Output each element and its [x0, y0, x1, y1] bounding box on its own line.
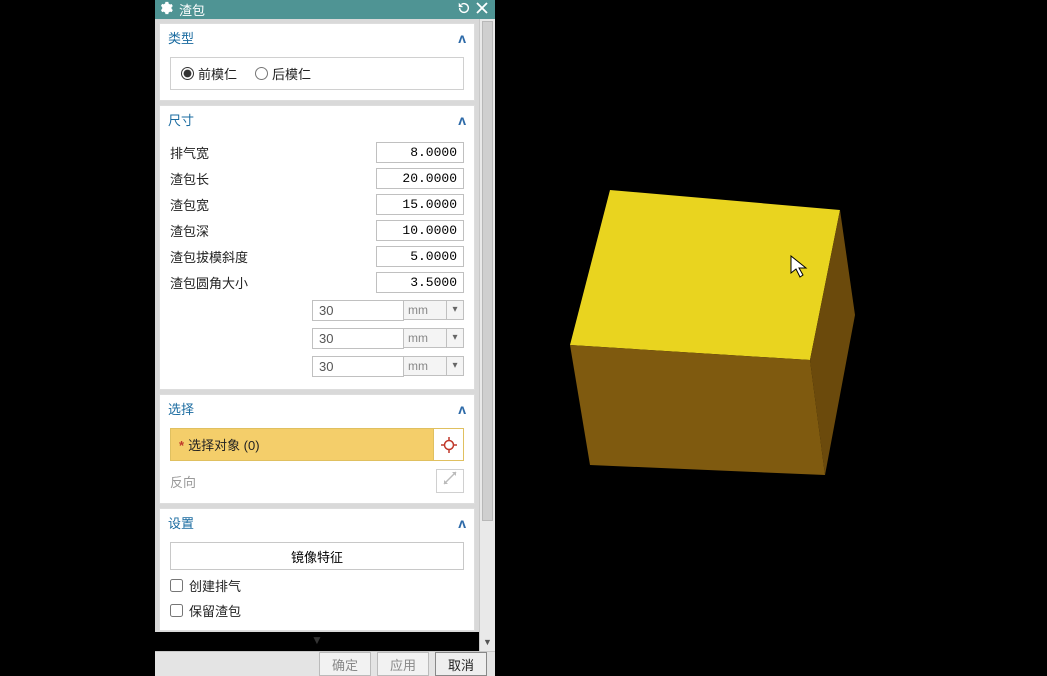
chevron-up-icon: ʌ — [458, 112, 466, 128]
reverse-button[interactable] — [436, 469, 464, 493]
select-object-box[interactable]: *选择对象 (0) — [170, 428, 464, 461]
size-row: 排气宽 — [170, 139, 464, 165]
size-label: 渣包深 — [170, 221, 376, 240]
size-input[interactable] — [376, 142, 464, 163]
section-select-title: 选择 — [168, 399, 194, 418]
cube-face-front — [570, 345, 825, 475]
checkbox-keep-slag-label: 保留渣包 — [189, 601, 241, 620]
scrollbar[interactable]: ▲ ▼ — [479, 19, 495, 651]
unit-value-input[interactable]: 30 — [312, 328, 404, 349]
unit-dropdown-icon[interactable]: ▾ — [446, 356, 464, 376]
section-settings-header[interactable]: 设置 ʌ — [160, 509, 474, 536]
size-label: 渣包宽 — [170, 195, 376, 214]
section-select: 选择 ʌ *选择对象 (0) 反向 — [159, 394, 475, 504]
chevron-up-icon: ʌ — [458, 401, 466, 417]
dialog-footer: 确定 应用 取消 — [155, 651, 495, 676]
checkbox-create-vent-label: 创建排气 — [189, 576, 241, 595]
apply-button[interactable]: 应用 — [377, 652, 429, 676]
unit-select[interactable]: mm — [403, 328, 447, 348]
radio-back-input[interactable] — [255, 67, 268, 80]
cursor-icon — [790, 255, 810, 279]
unit-row: 30mm▾ — [170, 297, 464, 323]
size-input[interactable] — [376, 246, 464, 267]
unit-select[interactable]: mm — [403, 356, 447, 376]
section-type: 类型 ʌ 前模仁 后模仁 — [159, 23, 475, 101]
size-input[interactable] — [376, 194, 464, 215]
size-row: 渣包宽 — [170, 191, 464, 217]
unit-select[interactable]: mm — [403, 300, 447, 320]
section-settings-title: 设置 — [168, 513, 194, 532]
reset-icon[interactable] — [455, 1, 473, 18]
viewport-3d[interactable] — [520, 130, 1000, 610]
required-asterisk-icon: * — [179, 438, 184, 453]
type-radio-group: 前模仁 后模仁 — [170, 57, 464, 90]
size-row: 渣包长 — [170, 165, 464, 191]
section-type-title: 类型 — [168, 28, 194, 47]
section-select-header[interactable]: 选择 ʌ — [160, 395, 474, 422]
size-label: 渣包拔模斜度 — [170, 247, 376, 266]
section-settings: 设置 ʌ 镜像特征 创建排气 保留渣包 — [159, 508, 475, 631]
mirror-feature-button[interactable]: 镜像特征 — [170, 542, 464, 570]
radio-front-label: 前模仁 — [198, 64, 237, 83]
reverse-label: 反向 — [170, 472, 436, 491]
expand-more-icon[interactable]: ▼ — [155, 631, 479, 651]
radio-front-input[interactable] — [181, 67, 194, 80]
radio-back-label: 后模仁 — [272, 64, 311, 83]
unit-dropdown-icon[interactable]: ▾ — [446, 328, 464, 348]
size-input[interactable] — [376, 272, 464, 293]
unit-value-input[interactable]: 30 — [312, 300, 404, 321]
size-label: 渣包长 — [170, 169, 376, 188]
size-input[interactable] — [376, 168, 464, 189]
size-input[interactable] — [376, 220, 464, 241]
radio-front[interactable]: 前模仁 — [181, 64, 237, 83]
checkbox-create-vent[interactable] — [170, 579, 183, 592]
section-size-title: 尺寸 — [168, 110, 194, 129]
unit-row: 30mm▾ — [170, 353, 464, 379]
chevron-up-icon: ʌ — [458, 30, 466, 46]
gear-icon[interactable] — [159, 1, 173, 18]
select-target-button[interactable] — [433, 429, 463, 460]
dialog-panel: 渣包 类型 ʌ 前模仁 — [155, 0, 495, 632]
size-row: 渣包深 — [170, 217, 464, 243]
section-size-header[interactable]: 尺寸 ʌ — [160, 106, 474, 133]
scroll-down-icon[interactable]: ▼ — [480, 637, 495, 651]
size-row: 渣包拔模斜度 — [170, 243, 464, 269]
chevron-up-icon: ʌ — [458, 515, 466, 531]
dialog-title: 渣包 — [179, 0, 205, 19]
ok-button[interactable]: 确定 — [319, 652, 371, 676]
size-label: 渣包圆角大小 — [170, 273, 376, 292]
unit-row: 30mm▾ — [170, 325, 464, 351]
scroll-thumb[interactable] — [482, 21, 493, 521]
unit-dropdown-icon[interactable]: ▾ — [446, 300, 464, 320]
unit-value-input[interactable]: 30 — [312, 356, 404, 377]
checkbox-keep-slag[interactable] — [170, 604, 183, 617]
section-type-header[interactable]: 类型 ʌ — [160, 24, 474, 51]
section-size: 尺寸 ʌ 排气宽渣包长渣包宽渣包深渣包拔模斜度渣包圆角大小30mm▾30mm▾3… — [159, 105, 475, 390]
cancel-button[interactable]: 取消 — [435, 652, 487, 676]
size-row: 渣包圆角大小 — [170, 269, 464, 295]
size-label: 排气宽 — [170, 143, 376, 162]
close-icon[interactable] — [473, 2, 491, 17]
titlebar: 渣包 — [155, 0, 495, 19]
radio-back[interactable]: 后模仁 — [255, 64, 311, 83]
select-object-label: *选择对象 (0) — [171, 429, 433, 460]
